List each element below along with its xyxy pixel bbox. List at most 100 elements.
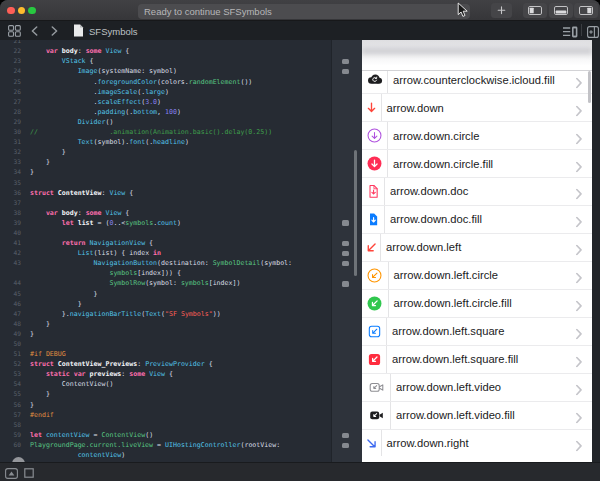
live-view-panel: arrow.counterclockwise.icloud.fill arrow.… [362, 40, 592, 462]
symbol-icon-box [362, 122, 387, 149]
symbol-name: arrow.counterclockwise.icloud.fill [393, 74, 555, 86]
layout-left-panel-button[interactable] [523, 3, 547, 18]
symbol-row[interactable]: arrow.down.doc [362, 177, 592, 205]
minimize-button[interactable] [18, 7, 26, 15]
chevron-right-icon [576, 354, 582, 365]
chevron-right-icon [576, 410, 582, 421]
row-divider [388, 290, 389, 317]
symbol-name: arrow.down.circle.fill [393, 158, 493, 170]
row-divider [387, 150, 388, 177]
symbol-row[interactable]: arrow.down.left.video [362, 373, 592, 401]
symbol-row[interactable]: arrow.down.left [362, 233, 592, 261]
code-line: 22 var body: some View { [0, 46, 292, 56]
code-line: 36struct ContentView: View { [0, 188, 292, 198]
code-line: 55 } [0, 389, 292, 399]
symbol-row[interactable]: arrow.down.doc.fill [362, 205, 592, 233]
code-line: 46 } [0, 299, 292, 309]
chevron-right-icon [576, 158, 582, 169]
inline-results-icon[interactable] [563, 26, 578, 38]
layout-bottom-icon [554, 6, 568, 15]
arrow-down-left-circle-icon [366, 267, 383, 284]
zoom-button[interactable] [28, 7, 36, 15]
close-button[interactable] [7, 7, 15, 15]
window-right-edge [592, 40, 600, 462]
layout-right-panel-button[interactable] [574, 3, 598, 18]
symbol-icon-box [362, 94, 381, 121]
inline-result-marker[interactable] [342, 433, 349, 439]
grid-icon[interactable] [8, 25, 21, 37]
inline-result-marker[interactable] [342, 443, 349, 449]
inline-result-marker[interactable] [342, 281, 349, 287]
code-line: 25 .foregroundColor(colors.randomElement… [0, 77, 292, 87]
inline-result-marker[interactable] [342, 261, 349, 267]
row-divider [381, 430, 382, 457]
arrow-down-circle-fill-icon [366, 155, 383, 172]
code-line: 50 [0, 339, 292, 349]
arrow-down-icon [363, 99, 380, 116]
code-line: 43 NavigationButton(destination: SymbolD… [0, 258, 292, 268]
code-line: 52struct ContentView_Previews: PreviewPr… [0, 359, 292, 369]
add-playground-button[interactable] [491, 3, 512, 18]
symbol-name: arrow.down.left [386, 241, 461, 253]
code-line: 29 Divider() [0, 117, 292, 127]
chevron-right-icon [576, 102, 582, 113]
chevron-right-icon [576, 214, 582, 225]
forward-icon[interactable] [51, 26, 58, 36]
inline-result-marker[interactable] [342, 220, 349, 226]
code-line: 32 } [0, 147, 292, 157]
scrolled-content-ghost [362, 40, 592, 71]
show-results-icon[interactable] [5, 468, 18, 479]
symbol-row[interactable]: arrow.down.left.circle.fill [362, 289, 592, 317]
back-icon[interactable] [31, 26, 38, 36]
symbol-row[interactable]: arrow.down.left.square.fill [362, 345, 592, 373]
code-line: 30// .animation(Animation.basic().delay(… [0, 127, 292, 137]
code-editor[interactable]: 2122 var body: some View {23 VStack {24 … [0, 40, 331, 462]
code-line: 57#endif [0, 410, 292, 420]
arrow-down-right-icon [363, 435, 380, 452]
symbol-row[interactable]: arrow.down.left.circle [362, 261, 592, 289]
code-line: 26 .imageScale(.large) [0, 87, 292, 97]
layout-bottom-panel-button[interactable] [549, 3, 573, 18]
results-gutter [331, 40, 362, 462]
symbol-row[interactable]: arrow.down.left.video.fill [362, 401, 592, 429]
status-text: Ready to continue SFSymbols [144, 6, 272, 17]
inline-result-marker[interactable] [342, 59, 349, 65]
symbol-row[interactable]: arrow.down.right [362, 429, 592, 457]
arrow-down-left-video-icon [368, 379, 385, 396]
chevron-right-icon [576, 242, 582, 253]
code-line: contentView) [0, 450, 292, 460]
arrow-down-doc-fill-icon [365, 211, 382, 228]
symbol-row[interactable]: arrow.down.circle.fill [362, 149, 592, 177]
chevron-right-icon [576, 270, 582, 281]
add-live-view-icon[interactable] [587, 26, 599, 38]
arrow-down-left-square-fill-icon [366, 351, 383, 368]
row-divider [390, 402, 391, 429]
row-divider [381, 94, 382, 121]
symbol-icon-box [362, 430, 381, 457]
code-line: 35 [0, 178, 292, 188]
symbol-name: arrow.down.right [387, 437, 469, 449]
mouse-cursor [457, 2, 468, 18]
symbol-row[interactable]: arrow.down.circle [362, 121, 592, 149]
document-icon [73, 24, 84, 37]
symbol-row[interactable]: arrow.down.left.square [362, 317, 592, 345]
symbol-row[interactable]: arrow.down [362, 93, 592, 121]
inline-result-marker[interactable] [342, 69, 349, 75]
icloud-ccw-fill-icon [366, 71, 383, 88]
row-divider [384, 206, 385, 233]
code-line: 41 return NavigationView { [0, 238, 292, 248]
symbol-name: arrow.down.left.square.fill [392, 353, 518, 365]
symbol-icon-box [362, 178, 384, 205]
symbol-icon-box [362, 234, 380, 261]
inline-result-marker[interactable] [342, 251, 349, 257]
stop-icon[interactable] [24, 468, 34, 478]
code-line: 27 .scaleEffect(3.0) [0, 97, 292, 107]
code-line: 28 .padding(.bottom, 100) [0, 107, 292, 117]
code-line: 23 VStack { [0, 56, 292, 66]
symbol-icon-box [362, 290, 388, 317]
inline-result-marker[interactable] [342, 241, 349, 247]
editor-scrollbar[interactable] [354, 150, 358, 276]
row-divider [387, 122, 388, 149]
list-scrollbar[interactable] [588, 71, 591, 103]
symbol-name: arrow.down [387, 102, 444, 114]
